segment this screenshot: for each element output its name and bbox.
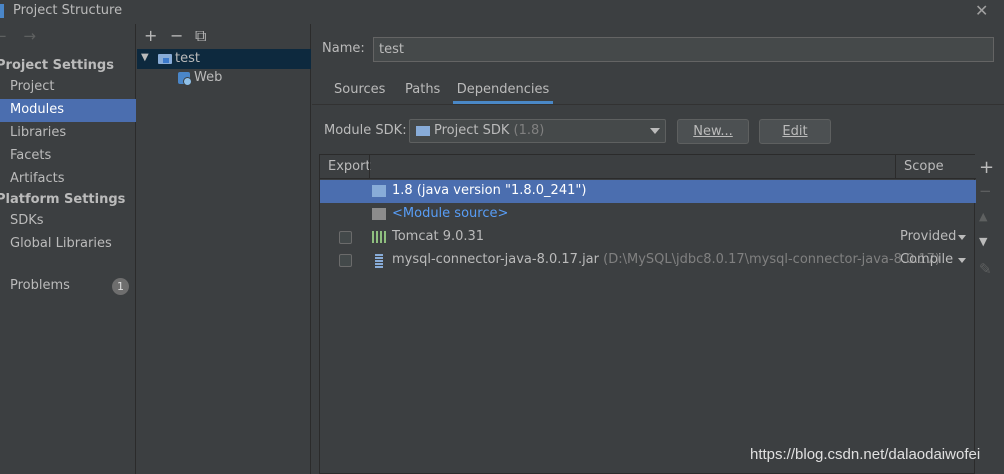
- close-icon[interactable]: ✕: [975, 1, 988, 20]
- dependency-name: 1.8 (java version "1.8.0_241"): [392, 183, 587, 198]
- window-title: Project Structure: [13, 3, 123, 18]
- problems-count-badge: 1: [112, 278, 129, 295]
- sidebar-item-project[interactable]: Project: [0, 76, 136, 99]
- tab-dependencies[interactable]: Dependencies: [453, 80, 553, 104]
- sidebar-item-artifacts[interactable]: Artifacts: [0, 168, 136, 191]
- edit-sdk-button[interactable]: Edit: [759, 119, 831, 144]
- sidebar-item-modules[interactable]: Modules: [0, 99, 136, 122]
- module-name-input[interactable]: [373, 37, 994, 62]
- chevron-down-icon: [958, 235, 966, 240]
- copy-module-icon[interactable]: ⧉: [195, 26, 206, 46]
- dependency-name: <Module source>: [392, 206, 509, 221]
- tree-item-label: test: [175, 51, 200, 66]
- chevron-down-icon: [650, 128, 660, 134]
- module-source-icon: [372, 208, 386, 220]
- module-sdk-dropdown[interactable]: Project SDK (1.8): [409, 119, 666, 143]
- scope-dropdown[interactable]: Compile: [900, 252, 953, 267]
- tabs-divider: [312, 104, 1004, 105]
- module-sdk-label: Module SDK:: [324, 123, 407, 138]
- chevron-down-icon: [958, 258, 966, 263]
- jar-icon: [375, 254, 383, 268]
- sdk-folder-icon: [372, 185, 386, 197]
- table-row[interactable]: mysql-connector-java-8.0.17.jar (D:\MySQ…: [320, 249, 976, 272]
- settings-sidebar: ← → Project Settings Project Modules Lib…: [0, 24, 136, 474]
- add-module-icon[interactable]: +: [144, 26, 157, 45]
- platform-settings-heading: Platform Settings: [0, 192, 126, 207]
- sidebar-item-libraries[interactable]: Libraries: [0, 122, 136, 145]
- module-tree-panel: + − ⧉ ▼ test Web: [137, 24, 311, 474]
- scope-column-header[interactable]: Scope: [904, 159, 944, 174]
- dependency-name: mysql-connector-java-8.0.17.jar (D:\MySQ…: [392, 252, 941, 267]
- name-label: Name:: [322, 41, 365, 56]
- tab-paths[interactable]: Paths: [405, 80, 440, 104]
- module-folder-icon: [158, 54, 172, 64]
- tab-sources[interactable]: Sources: [334, 80, 385, 104]
- app-icon: [0, 4, 4, 18]
- title-bar: Project Structure ✕: [0, 0, 1004, 24]
- sdk-selected-value: Project SDK (1.8): [434, 123, 545, 138]
- dependency-name: Tomcat 9.0.31: [392, 229, 485, 244]
- tree-item-test[interactable]: ▼ test: [137, 49, 311, 69]
- move-up-icon[interactable]: ▲: [979, 210, 987, 223]
- sidebar-item-global-libraries[interactable]: Global Libraries: [0, 233, 136, 256]
- module-editor: Name: Sources Paths Dependencies Module …: [312, 24, 1004, 474]
- library-icon: [372, 231, 386, 243]
- export-checkbox[interactable]: [339, 254, 352, 267]
- sdk-folder-icon: [416, 126, 430, 136]
- column-divider: [369, 155, 370, 179]
- edit-pencil-icon[interactable]: ✎: [979, 260, 992, 278]
- remove-dependency-icon[interactable]: −: [979, 182, 992, 200]
- tree-item-web[interactable]: Web: [194, 70, 222, 85]
- new-sdk-button[interactable]: New...: [677, 119, 749, 144]
- table-row[interactable]: Tomcat 9.0.31 Provided: [320, 226, 976, 249]
- web-facet-icon: [178, 72, 192, 86]
- scope-dropdown[interactable]: Provided: [900, 229, 956, 244]
- export-checkbox[interactable]: [339, 231, 352, 244]
- add-dependency-icon[interactable]: +: [979, 157, 994, 178]
- project-settings-heading: Project Settings: [0, 58, 114, 73]
- watermark-text: https://blog.csdn.net/dalaodaiwofei: [750, 446, 981, 463]
- table-row[interactable]: 1.8 (java version "1.8.0_241"): [320, 180, 976, 203]
- dependencies-table: Export Scope 1.8 (java version "1.8.0_24…: [319, 154, 976, 474]
- back-forward-arrows[interactable]: ← →: [0, 27, 42, 45]
- remove-module-icon[interactable]: −: [170, 26, 183, 45]
- table-row[interactable]: <Module source>: [320, 203, 976, 226]
- export-column-header[interactable]: Export: [328, 159, 371, 174]
- table-header: Export Scope: [320, 155, 976, 179]
- sidebar-item-facets[interactable]: Facets: [0, 145, 136, 168]
- sidebar-item-sdks[interactable]: SDKs: [0, 210, 136, 233]
- move-down-icon[interactable]: ▼: [979, 235, 987, 248]
- expand-arrow-icon[interactable]: ▼: [141, 52, 149, 63]
- column-divider: [895, 155, 896, 179]
